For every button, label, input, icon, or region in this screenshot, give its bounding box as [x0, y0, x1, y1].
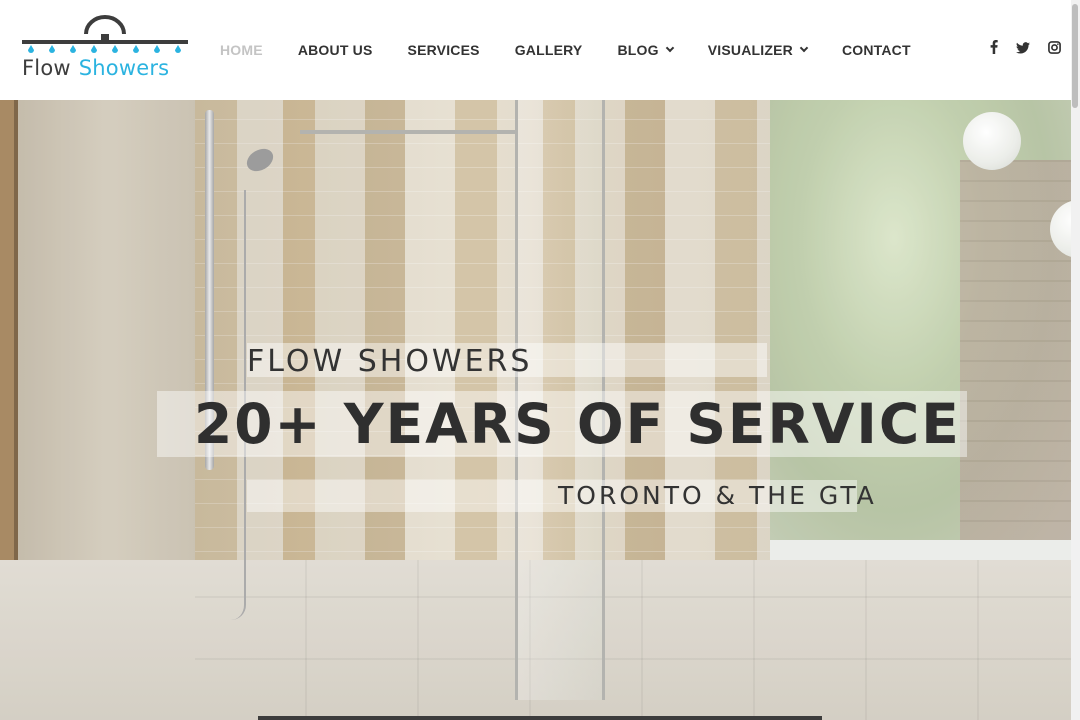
logo-word-flow: Flow	[22, 56, 71, 80]
hero-brand: FLOW SHOWERS	[247, 344, 533, 379]
instagram-icon[interactable]	[1048, 40, 1061, 59]
nav-contact[interactable]: CONTACT	[842, 42, 911, 58]
nav-visualizer-label: VISUALIZER	[707, 42, 793, 58]
nav-blog[interactable]: BLOG	[617, 42, 674, 58]
hero-banner: FLOW SHOWERS 20+ YEARS OF SERVICE TORONT…	[0, 100, 1080, 720]
social-links	[990, 40, 1079, 59]
nav-gallery-label: GALLERY	[514, 42, 583, 58]
nav-blog-label: BLOG	[617, 42, 659, 58]
nav-services[interactable]: SERVICES	[408, 42, 480, 58]
main-nav: HOME ABOUT US SERVICES GALLERY BLOG VISU…	[220, 0, 946, 100]
nav-about-us-label: ABOUT US	[297, 42, 373, 58]
scrollbar-thumb[interactable]	[1072, 4, 1078, 108]
chevron-down-icon	[799, 43, 809, 53]
scrollbar-track[interactable]	[1071, 0, 1080, 720]
shower-head-icon	[22, 15, 188, 53]
hero-location: TORONTO & THE GTA	[558, 481, 877, 510]
nav-gallery[interactable]: GALLERY	[515, 42, 583, 58]
facebook-icon[interactable]	[990, 40, 998, 59]
nav-home-label: HOME	[220, 42, 263, 58]
nav-visualizer[interactable]: VISUALIZER	[707, 42, 809, 58]
nav-home[interactable]: HOME	[220, 42, 263, 58]
nav-contact-label: CONTACT	[841, 42, 911, 58]
logo-wordmark: Flow Showers	[22, 56, 169, 80]
hero-headline: 20+ YEARS OF SERVICE	[194, 392, 961, 456]
twitter-icon[interactable]	[1016, 41, 1030, 59]
nav-about-us[interactable]: ABOUT US	[298, 42, 373, 58]
nav-services-label: SERVICES	[407, 42, 480, 58]
logo-word-showers: Showers	[78, 56, 170, 80]
site-header: Flow Showers HOME ABOUT US SERVICES GALLE…	[0, 0, 1080, 100]
chevron-down-icon	[665, 43, 674, 53]
logo[interactable]: Flow Showers	[20, 14, 192, 80]
